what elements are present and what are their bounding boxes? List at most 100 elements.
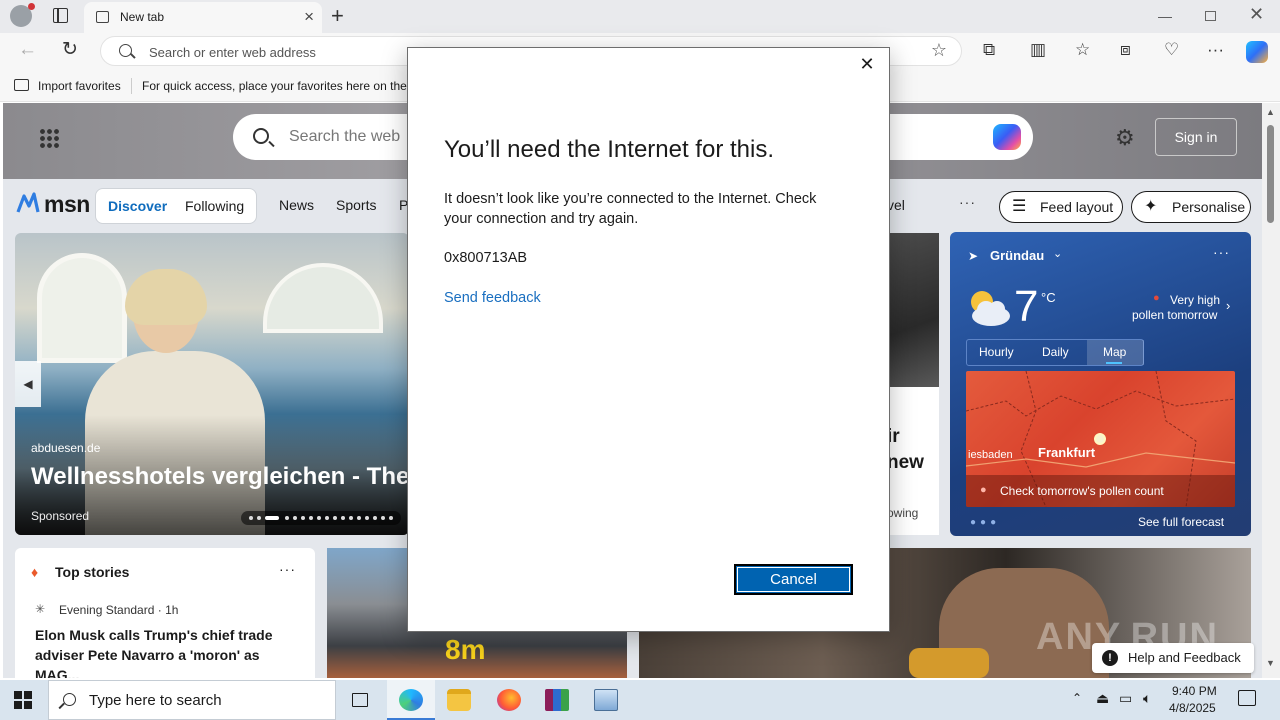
taskbar-search-box[interactable]: Type here to search <box>48 680 336 720</box>
divider <box>131 78 132 94</box>
carousel-indicator[interactable] <box>241 511 401 525</box>
weather-card[interactable]: ➤ Gründau ⌄ ··· 7 °C ● Very high pollen … <box>950 232 1251 536</box>
settings-more-icon[interactable]: ··· <box>1207 40 1224 60</box>
taskbar-firefox[interactable] <box>485 680 533 720</box>
cancel-button[interactable]: Cancel <box>734 564 853 595</box>
gear-icon[interactable]: ⚙ <box>1115 125 1135 151</box>
partly-cloudy-icon <box>971 291 1010 326</box>
scroll-thumb[interactable] <box>1267 125 1274 223</box>
favorites-icon[interactable]: ☆ <box>1075 40 1090 60</box>
location-arrow-icon: ➤ <box>968 249 979 263</box>
story-headline[interactable]: Elon Musk calls Trump's chief trade advi… <box>35 625 303 678</box>
tab-discover[interactable]: Discover <box>108 198 167 214</box>
error-code: 0x800713AB <box>444 250 528 266</box>
tab-daily[interactable]: Daily <box>1042 345 1069 359</box>
weather-more-icon[interactable]: ··· <box>1213 244 1230 260</box>
more-options-icon[interactable]: ··· <box>279 561 296 577</box>
search-icon <box>63 693 76 706</box>
nav-link-sports[interactable]: Sports <box>336 197 376 213</box>
windows-start-icon[interactable] <box>14 691 32 709</box>
favorite-star-icon[interactable]: ☆ <box>931 40 947 61</box>
nav-link-news[interactable]: News <box>279 197 314 213</box>
help-feedback-label: Help and Feedback <box>1128 650 1241 665</box>
notification-icon[interactable] <box>1238 690 1256 706</box>
hero-title[interactable]: Wellnesshotels vergleichen - Therm <box>31 463 409 491</box>
pollen-map[interactable]: iesbaden Frankfurt ● Check tomorrow's po… <box>966 371 1235 507</box>
back-button[interactable]: ← <box>18 39 37 61</box>
news-card-meta: owing <box>887 506 919 520</box>
search-icon <box>253 128 269 144</box>
pollen-link[interactable]: Check tomorrow's pollen count <box>1000 484 1164 498</box>
web-search-placeholder: Search the web <box>289 128 401 145</box>
msn-logo-icon <box>16 192 40 213</box>
sign-in-button[interactable]: Sign in <box>1155 118 1237 156</box>
hero-source: abduesen.de <box>31 441 101 455</box>
msn-logo[interactable]: msn <box>44 191 90 218</box>
pollen-link-bar[interactable]: ● Check tomorrow's pollen count <box>966 475 1235 507</box>
tab-hourly[interactable]: Hourly <box>979 345 1014 359</box>
personalise-button[interactable]: ✦ Personalise <box>1131 191 1251 223</box>
usb-icon[interactable]: ⏏ <box>1096 690 1109 707</box>
window-close-button[interactable]: ✕ <box>1249 4 1264 25</box>
forecast-link[interactable]: See full forecast <box>1138 515 1224 529</box>
network-icon[interactable]: ▭ <box>1119 690 1132 707</box>
nav-more-button[interactable]: ··· <box>959 194 976 210</box>
carousel-prev-icon[interactable]: ◀ <box>15 361 41 407</box>
send-feedback-link[interactable]: Send feedback <box>444 290 541 306</box>
chevron-down-icon[interactable]: ⌄ <box>1053 247 1062 260</box>
copilot-icon[interactable] <box>1246 41 1268 63</box>
top-stories-title: Top stories <box>55 564 130 580</box>
weather-location[interactable]: Gründau <box>990 248 1044 263</box>
window-app-icon <box>594 689 618 711</box>
copilot-icon[interactable] <box>993 124 1021 150</box>
import-favorites-link[interactable]: Import favorites <box>38 79 121 93</box>
tab-new-tab[interactable]: New tab × <box>84 2 322 33</box>
pollen-icon: ● <box>1153 292 1160 304</box>
archive-icon <box>545 689 569 711</box>
split-screen-icon[interactable]: ▥ <box>1030 40 1046 60</box>
close-icon[interactable]: ✕ <box>857 54 877 74</box>
weather-unit[interactable]: °C <box>1041 290 1056 305</box>
restore-button[interactable] <box>1205 11 1216 21</box>
new-tab-page-icon <box>96 11 109 23</box>
tab-close-icon[interactable]: × <box>304 7 314 27</box>
profile-icon[interactable] <box>10 3 35 27</box>
weather-page-dots[interactable]: ●●● <box>970 517 1000 528</box>
extensions-icon[interactable]: ⧉ <box>983 40 995 60</box>
tab-following[interactable]: Following <box>185 198 244 214</box>
scroll-up-icon[interactable]: ▲ <box>1266 107 1275 117</box>
pollen-icon: ● <box>980 484 987 496</box>
flame-icon: ♦ <box>31 564 39 580</box>
news-card-title[interactable]: new <box>887 452 924 474</box>
volume-icon[interactable]: 🔈︎ <box>1143 690 1151 707</box>
top-stories-card[interactable]: ♦ Top stories ··· ✳ Evening Standard · 1… <box>15 548 315 678</box>
edge-icon <box>399 689 423 711</box>
news-card-image[interactable] <box>887 233 939 387</box>
new-tab-button[interactable]: + <box>331 4 344 28</box>
clock-time[interactable]: 9:40 PM <box>1172 684 1217 698</box>
tab-map[interactable]: Map <box>1103 345 1126 359</box>
taskbar-edge[interactable] <box>387 680 435 720</box>
refresh-button[interactable]: ↻ <box>62 38 78 61</box>
chevron-up-icon[interactable]: ⌃ <box>1072 691 1082 705</box>
apps-grid-icon[interactable] <box>39 128 59 148</box>
page-scrollbar[interactable]: ▲ ▼ <box>1262 103 1280 678</box>
feed-layout-button[interactable]: ☰ Feed layout <box>999 191 1123 223</box>
personalise-label: Personalise <box>1172 199 1246 215</box>
taskbar-winrar[interactable] <box>533 680 581 720</box>
help-feedback-button[interactable]: ! Help and Feedback <box>1092 643 1254 673</box>
collections-icon[interactable]: ⧈ <box>1120 40 1131 60</box>
task-view-button[interactable] <box>336 680 384 720</box>
tab-actions-icon[interactable] <box>53 8 68 23</box>
taskbar-file-explorer[interactable] <box>435 680 483 720</box>
weather-tabs: Hourly Daily Map <box>966 339 1144 366</box>
browser-titlebar: New tab × + — ✕ <box>0 0 1280 33</box>
taskbar-app[interactable] <box>582 680 630 720</box>
scroll-down-icon[interactable]: ▼ <box>1266 658 1275 668</box>
minimize-button[interactable]: — <box>1158 8 1172 24</box>
browser-essentials-icon[interactable]: ♡ <box>1164 40 1179 60</box>
folder-icon <box>447 689 471 711</box>
chevron-right-icon[interactable]: › <box>1226 298 1230 313</box>
clock-date[interactable]: 4/8/2025 <box>1169 701 1216 715</box>
hero-carousel-card[interactable]: ◀ abduesen.de Wellnesshotels vergleichen… <box>15 233 409 535</box>
